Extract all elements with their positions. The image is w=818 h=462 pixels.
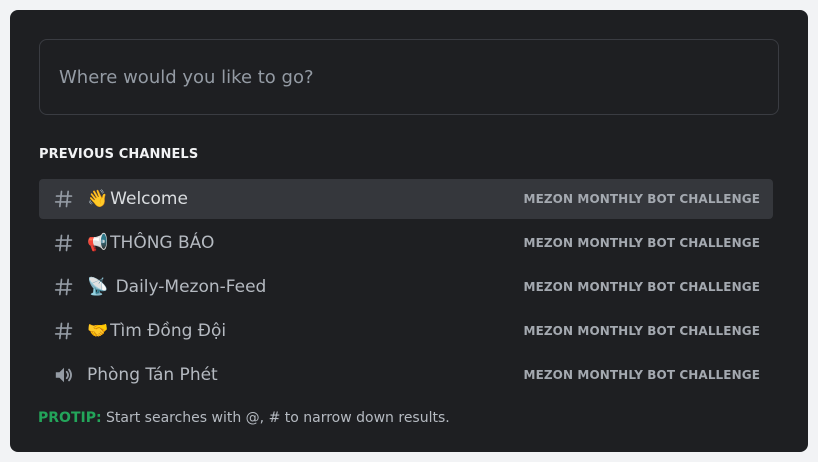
megaphone-emoji: 📢	[87, 233, 109, 253]
channel-row-daily-mezon-feed[interactable]: 📡 Daily-Mezon-Feed MEZON MONTHLY BOT CHA…	[39, 267, 773, 307]
search-box[interactable]	[39, 39, 779, 115]
channel-name: 👋 Welcome	[87, 189, 188, 209]
channel-name: 📢 THÔNG BÁO	[87, 233, 214, 253]
channel-row-welcome[interactable]: 👋 Welcome MEZON MONTHLY BOT CHALLENGE	[39, 179, 773, 219]
channel-label: THÔNG BÁO	[110, 233, 215, 253]
channel-label: Tìm Đồng Đội	[110, 321, 227, 341]
server-name: MEZON MONTHLY BOT CHALLENGE	[523, 236, 760, 250]
channel-row-phong-tan-phet[interactable]: Phòng Tán Phét MEZON MONTHLY BOT CHALLEN…	[39, 355, 773, 395]
protip-text: Start searches with @, # to narrow down …	[101, 410, 450, 426]
hash-icon	[53, 321, 75, 341]
speaker-icon	[53, 365, 75, 385]
server-name: MEZON MONTHLY BOT CHALLENGE	[523, 368, 760, 382]
hash-icon	[53, 233, 75, 253]
channel-name: 📡 Daily-Mezon-Feed	[87, 277, 266, 297]
hash-icon	[53, 277, 75, 297]
server-name: MEZON MONTHLY BOT CHALLENGE	[523, 280, 760, 294]
server-name: MEZON MONTHLY BOT CHALLENGE	[523, 192, 760, 206]
channel-list: 👋 Welcome MEZON MONTHLY BOT CHALLENGE 📢 TH…	[39, 179, 773, 399]
channel-name: 🤝 Tìm Đồng Đội	[87, 321, 226, 341]
channel-label: Daily-Mezon-Feed	[110, 277, 267, 297]
protip: PROTIP: Start searches with @, # to narr…	[38, 410, 450, 426]
channel-name: Phòng Tán Phét	[87, 365, 218, 385]
channel-row-thong-bao[interactable]: 📢 THÔNG BÁO MEZON MONTHLY BOT CHALLENGE	[39, 223, 773, 263]
waving-hand-emoji: 👋	[87, 189, 109, 209]
quick-switcher-modal: PREVIOUS CHANNELS 👋Welcome MEZON MONTHLY…	[10, 10, 808, 452]
satellite-dish-emoji: 📡	[87, 277, 109, 297]
server-name: MEZON MONTHLY BOT CHALLENGE	[523, 324, 760, 338]
handshake-emoji: 🤝	[87, 321, 109, 341]
channel-label: Welcome	[110, 189, 188, 209]
channel-row-tim-dong-doi[interactable]: 🤝 Tìm Đồng Đội MEZON MONTHLY BOT CHALLENG…	[39, 311, 773, 351]
search-input[interactable]	[40, 40, 778, 114]
hash-icon	[53, 189, 75, 209]
channel-label: Phòng Tán Phét	[87, 365, 218, 385]
protip-label: PROTIP:	[38, 410, 102, 426]
section-title: PREVIOUS CHANNELS	[39, 147, 199, 162]
